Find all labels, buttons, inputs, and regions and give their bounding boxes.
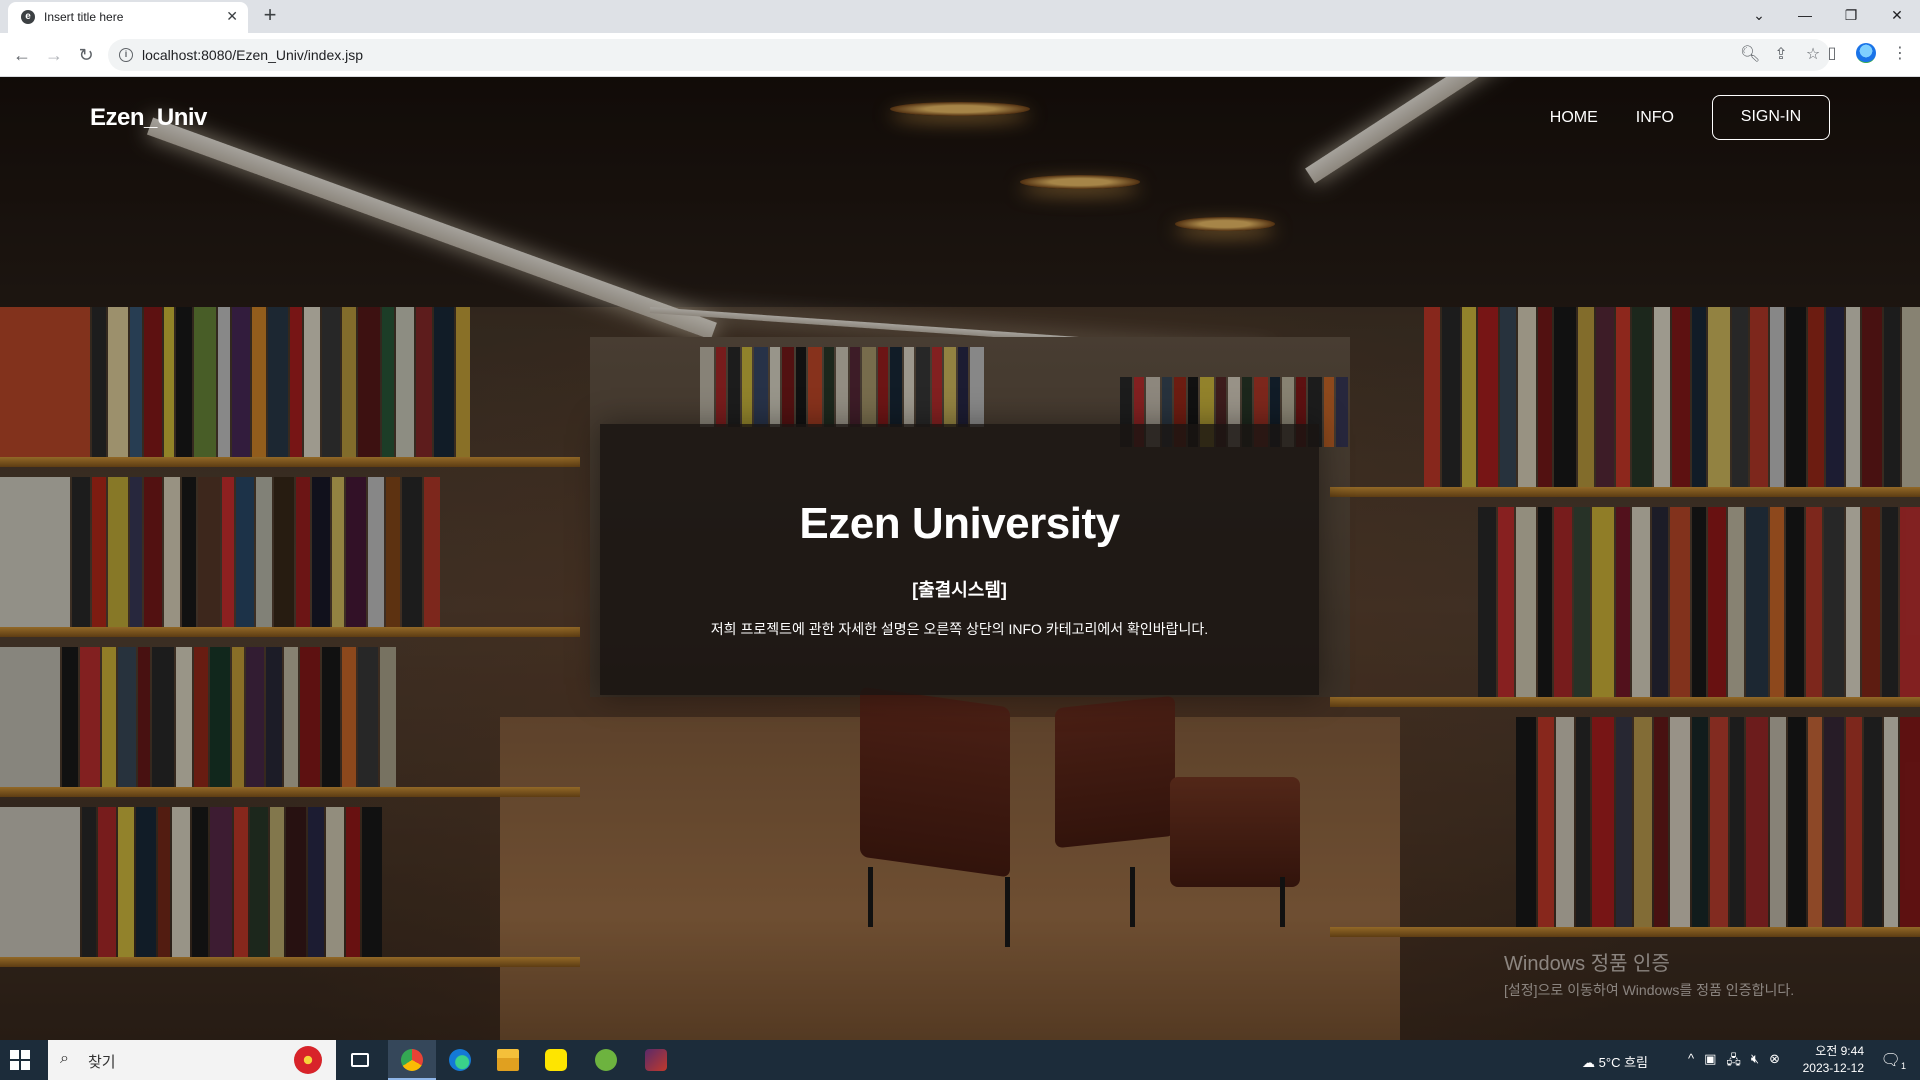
clock-time: 오전 9:44 — [1815, 1044, 1864, 1058]
forward-arrow-icon[interactable]: → — [42, 43, 66, 67]
game-icon[interactable] — [632, 1040, 680, 1080]
tab-search-chevron-down-icon[interactable]: ⌄ — [1736, 0, 1782, 33]
new-tab-icon[interactable]: + — [258, 3, 282, 27]
windows-taskbar: ⌕ 찾기 ☁ 5°C 흐림 ^ ▣ 🖧︎ 🔇︎ ⊗ 오전 9:44 2023-1… — [0, 1040, 1920, 1080]
network-icon[interactable]: 🖧︎ — [1726, 1051, 1741, 1073]
bookmark-star-icon[interactable]: ☆ — [1804, 44, 1822, 64]
search-placeholder: 찾기 — [88, 1054, 116, 1071]
clock-date: 2023-12-12 — [1802, 1061, 1864, 1075]
weather-cloud-icon[interactable]: ☁ 5°C 흐림 — [1582, 1052, 1648, 1071]
weather-text: 5°C 흐림 — [1598, 1055, 1648, 1070]
hero-subtitle: [출결시스템] — [912, 580, 1007, 600]
meet-icon[interactable]: ▣ — [1704, 1051, 1716, 1073]
system-clock[interactable]: 오전 9:44 2023-12-12 — [1803, 1043, 1864, 1077]
hero-description: 저희 프로젝트에 관한 자세한 설명은 오른쪽 상단의 INFO 카테고리에서 … — [710, 621, 1209, 637]
browser-toolbar: ← → ↻ i localhost:8080/Ezen_Univ/index.j… — [0, 33, 1920, 77]
share-icon[interactable]: ⇪ — [1772, 44, 1790, 64]
more-menu-icon[interactable]: ⋮ — [1890, 43, 1910, 63]
window-controls: ⌄ — ❐ ✕ — [1736, 0, 1920, 33]
windows-activation-watermark: Windows 정품 인증 [설정]으로 이동하여 Windows를 정품 인증… — [1504, 947, 1794, 1000]
nav-home-link[interactable]: HOME — [1550, 109, 1598, 127]
task-view-icon[interactable] — [336, 1040, 384, 1080]
watermark-title: Windows 정품 인증 — [1504, 953, 1670, 975]
restore-icon[interactable]: ❐ — [1828, 0, 1874, 33]
chrome-icon[interactable] — [388, 1040, 436, 1080]
blocked-icon[interactable]: ⊗ — [1769, 1051, 1780, 1073]
browser-tab[interactable]: e Insert title here ✕ — [8, 2, 248, 33]
system-tray: ☁ 5°C 흐림 ^ ▣ 🖧︎ 🔇︎ ⊗ 오전 9:44 2023-12-12 … — [1220, 1040, 1920, 1080]
close-window-icon[interactable]: ✕ — [1874, 0, 1920, 33]
side-panel-icon[interactable]: ▯ — [1822, 43, 1842, 63]
spring-tool-icon[interactable] — [582, 1040, 630, 1080]
site-brand-logo[interactable]: Ezen_Univ — [90, 104, 207, 132]
sign-in-button[interactable]: SIGN-IN — [1712, 95, 1830, 140]
chevron-up-icon[interactable]: ^ — [1688, 1051, 1694, 1073]
hero-panel: Ezen University [출결시스템] 저희 프로젝트에 관한 자세한 … — [600, 424, 1319, 695]
minimize-icon[interactable]: — — [1782, 0, 1828, 33]
address-bar[interactable]: i localhost:8080/Ezen_Univ/index.jsp 🔍︎ … — [108, 39, 1830, 71]
tab-title: Insert title here — [44, 10, 124, 24]
search-icon: ⌕ — [60, 1050, 69, 1067]
site-info-icon[interactable]: i — [119, 48, 133, 62]
poinsettia-icon — [294, 1046, 322, 1074]
file-explorer-icon[interactable] — [484, 1040, 532, 1080]
profile-avatar-icon[interactable] — [1856, 43, 1876, 63]
page-viewport: Ezen_Univ HOME INFO SIGN-IN Ezen Univers… — [0, 77, 1920, 1040]
windows-start-icon[interactable] — [10, 1050, 30, 1070]
browser-tab-bar: e Insert title here ✕ + ⌄ — ❐ ✕ — [0, 0, 1920, 33]
tab-close-icon[interactable]: ✕ — [226, 8, 238, 25]
url-text[interactable]: localhost:8080/Ezen_Univ/index.jsp — [142, 47, 363, 63]
notification-icon[interactable]: 🗨︎1 — [1881, 1050, 1906, 1071]
e-favicon-icon: e — [21, 10, 35, 24]
nav-info-link[interactable]: INFO — [1636, 109, 1674, 127]
volume-muted-icon[interactable]: 🔇︎ — [1751, 1051, 1759, 1073]
edge-icon[interactable] — [436, 1040, 484, 1080]
notification-count: 1 — [1900, 1061, 1906, 1072]
hero-title: Ezen University — [799, 499, 1120, 548]
kakaotalk-icon[interactable] — [532, 1040, 580, 1080]
zoom-icon[interactable]: 🔍︎ — [1740, 44, 1760, 64]
reload-icon[interactable]: ↻ — [74, 43, 98, 67]
back-arrow-icon[interactable]: ← — [10, 43, 34, 67]
site-nav: HOME INFO — [1550, 109, 1674, 127]
taskbar-search-box[interactable]: ⌕ 찾기 — [48, 1040, 336, 1080]
watermark-subtitle: [설정]으로 이동하여 Windows를 정품 인증합니다. — [1504, 982, 1795, 998]
